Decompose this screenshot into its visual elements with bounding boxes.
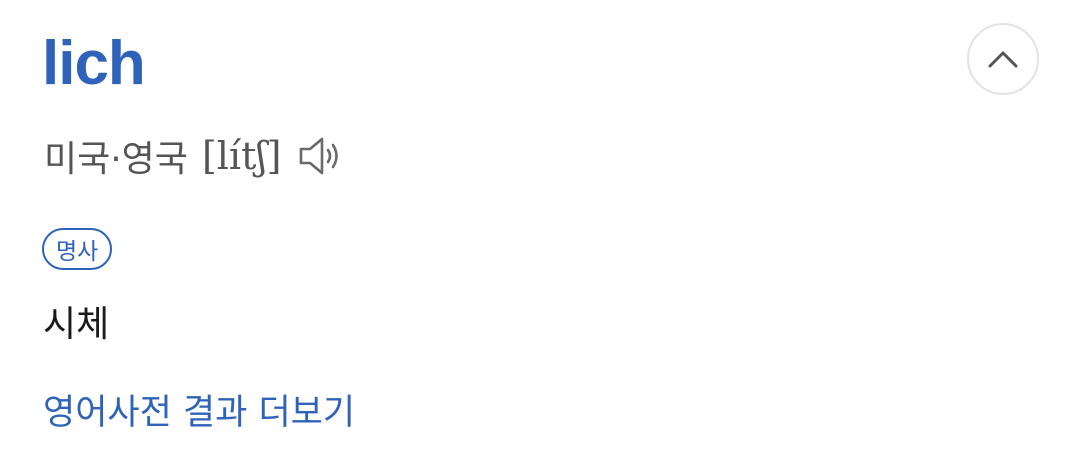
collapse-button[interactable] (967, 23, 1039, 95)
pronunciation-ipa: [lítʃ] (201, 134, 282, 178)
more-results-link[interactable]: 영어사전 결과 더보기 (43, 388, 355, 438)
pronunciation-region: 미국·영국 (44, 139, 188, 180)
dictionary-card: lich 미국·영국 [lítʃ] 명사 시체 영어사전 결과 더보기 (0, 0, 1080, 467)
chevron-up-icon (988, 51, 1018, 68)
play-pronunciation-button[interactable] (297, 134, 347, 178)
headword: lich (42, 29, 146, 98)
part-of-speech-badge: 명사 (42, 228, 113, 270)
pronunciation-row: 미국·영국 [lítʃ] (44, 128, 347, 184)
definition-text: 시체 (43, 304, 110, 345)
speaker-icon (300, 137, 339, 175)
